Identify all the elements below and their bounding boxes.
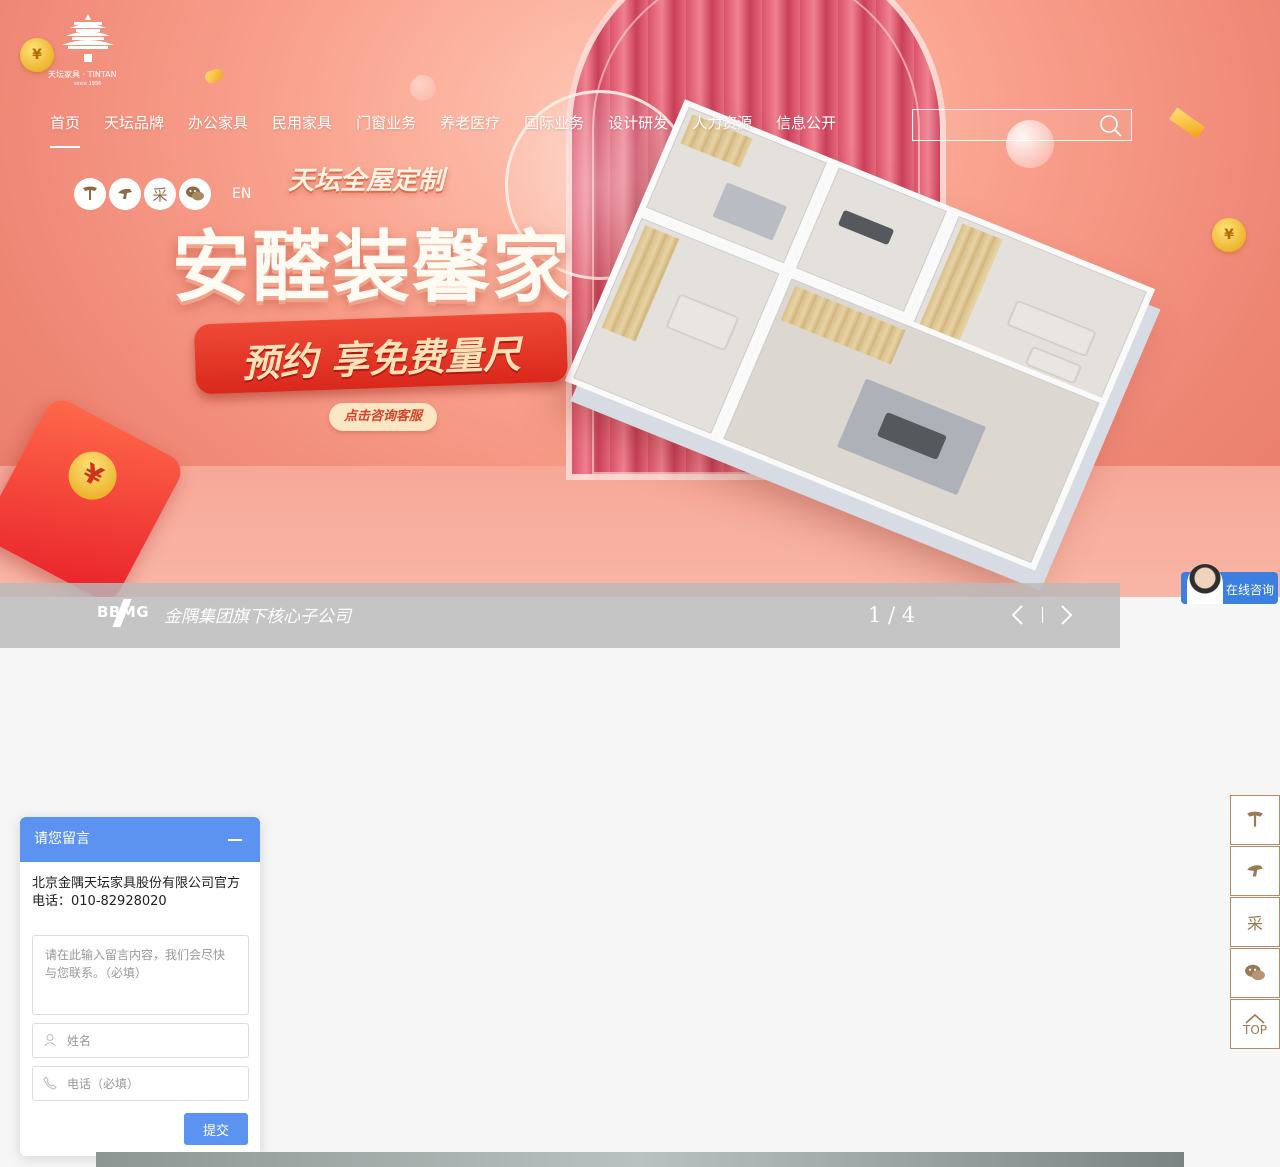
nav-item-home-furniture[interactable]: 民用家具 <box>262 108 342 148</box>
jd-icon[interactable] <box>109 178 141 210</box>
banner-big-title: 安醛装馨家 <box>172 222 573 313</box>
procurement-glyph: 采 <box>152 185 168 204</box>
main-nav: 首页 天坛品牌 办公家具 民用家具 门窗业务 养老医疗 国际业务 设计研发 人力… <box>40 108 850 148</box>
phone-input[interactable] <box>67 1067 242 1100</box>
service-agent-avatar <box>1187 564 1223 604</box>
nav-item-elderly-medical[interactable]: 养老医疗 <box>430 108 510 148</box>
language-switch-en[interactable]: EN <box>232 186 251 202</box>
next-slide-icon[interactable] <box>1054 603 1078 627</box>
banner-bubble <box>410 75 436 101</box>
message-panel-header: 请您留言 <box>20 817 260 862</box>
back-to-top-button[interactable]: TOP <box>1230 999 1280 1049</box>
floor-plan-illustration <box>564 99 1156 571</box>
name-field <box>32 1023 249 1058</box>
arrow-separator <box>1042 607 1043 623</box>
tmall-icon[interactable] <box>74 178 106 210</box>
slide-subtitle: 金隅集团旗下核心子公司 <box>164 607 351 627</box>
nav-item-hr[interactable]: 人力资源 <box>682 108 762 148</box>
wechat-icon <box>1245 964 1265 981</box>
online-consult-label: 在线咨询 <box>1226 583 1275 597</box>
user-icon <box>44 1034 56 1047</box>
nav-item-brand[interactable]: 天坛品牌 <box>94 108 174 148</box>
tintan-logo[interactable]: 天坛家具 · TINTAN since 1956 <box>22 14 132 90</box>
banner-ribbon: 预约 享免费量尺 <box>193 311 569 395</box>
online-consult-button[interactable]: 在线咨询 <box>1181 564 1278 604</box>
nav-item-doors-windows[interactable]: 门窗业务 <box>346 108 426 148</box>
phone-icon <box>43 1076 57 1090</box>
nav-item-international[interactable]: 国际业务 <box>514 108 594 148</box>
gold-ribbon-piece <box>1169 107 1205 139</box>
next-section-image-edge <box>96 1152 1184 1167</box>
red-envelope-coin: ¥ <box>60 443 126 509</box>
nav-item-disclosure[interactable]: 信息公开 <box>766 108 846 148</box>
message-content-input[interactable] <box>32 935 249 1015</box>
banner-ribbon-text: 预约 享免费量尺 <box>240 331 522 386</box>
top-label: TOP <box>1242 1023 1267 1037</box>
banner-cta-button[interactable]: 点击咨询客服 <box>329 403 437 431</box>
plan-bed <box>665 293 740 352</box>
side-tmall-button[interactable] <box>1230 795 1280 845</box>
message-company-info: 北京金隅天坛家具股份有限公司官方电话：010-82928020 <box>32 876 241 909</box>
gold-ribbon-piece <box>203 67 225 85</box>
plan-counter <box>837 209 895 246</box>
search-input[interactable] <box>913 110 1093 140</box>
nav-item-office-furniture[interactable]: 办公家具 <box>178 108 258 148</box>
side-wechat-button[interactable] <box>1230 948 1280 998</box>
hero-banner[interactable]: ¥ ¥ ¥ 天坛家具 · TINTAN since 1956 首页 天坛品牌 办… <box>0 0 1280 597</box>
slide-pager: 1 / 4 <box>868 603 916 627</box>
phone-field <box>32 1066 249 1101</box>
side-procurement-button[interactable]: 采 <box>1230 897 1280 947</box>
search-icon[interactable] <box>1099 114 1123 138</box>
tmall-glyph-icon <box>83 186 97 200</box>
minimize-icon[interactable] <box>228 839 242 841</box>
slide-info-bar: BBMG 金隅集团旗下核心子公司 1 / 4 <box>0 583 1120 648</box>
temple-of-heaven-icon <box>62 14 114 62</box>
procurement-icon: 采 <box>1246 914 1263 933</box>
gold-coin: ¥ <box>1212 218 1246 252</box>
message-panel-title: 请您留言 <box>34 831 90 847</box>
plan-sofa <box>1006 299 1098 358</box>
tmall-icon <box>1247 811 1263 827</box>
submit-button[interactable]: 提交 <box>184 1113 248 1145</box>
side-tools: 采 TOP <box>1230 795 1280 1050</box>
search-box <box>912 109 1132 141</box>
banner-small-title: 天坛全屋定制 <box>288 166 445 196</box>
wechat-glyph-icon <box>186 186 204 201</box>
nav-item-home[interactable]: 首页 <box>40 108 90 148</box>
logo-since: since 1956 <box>74 81 102 87</box>
logo-text: 天坛家具 · TINTAN <box>48 70 117 79</box>
floor-plan-base <box>564 99 1156 571</box>
prev-slide-icon[interactable] <box>1006 603 1030 627</box>
side-jd-button[interactable] <box>1230 846 1280 896</box>
message-panel: 请您留言 北京金隅天坛家具股份有限公司官方电话：010-82928020 提交 <box>20 817 260 1156</box>
name-input[interactable] <box>67 1024 242 1057</box>
jd-icon <box>1247 865 1263 877</box>
plan-rug <box>712 182 788 241</box>
jd-dog-icon <box>118 188 132 199</box>
nav-item-design-rd[interactable]: 设计研发 <box>598 108 678 148</box>
